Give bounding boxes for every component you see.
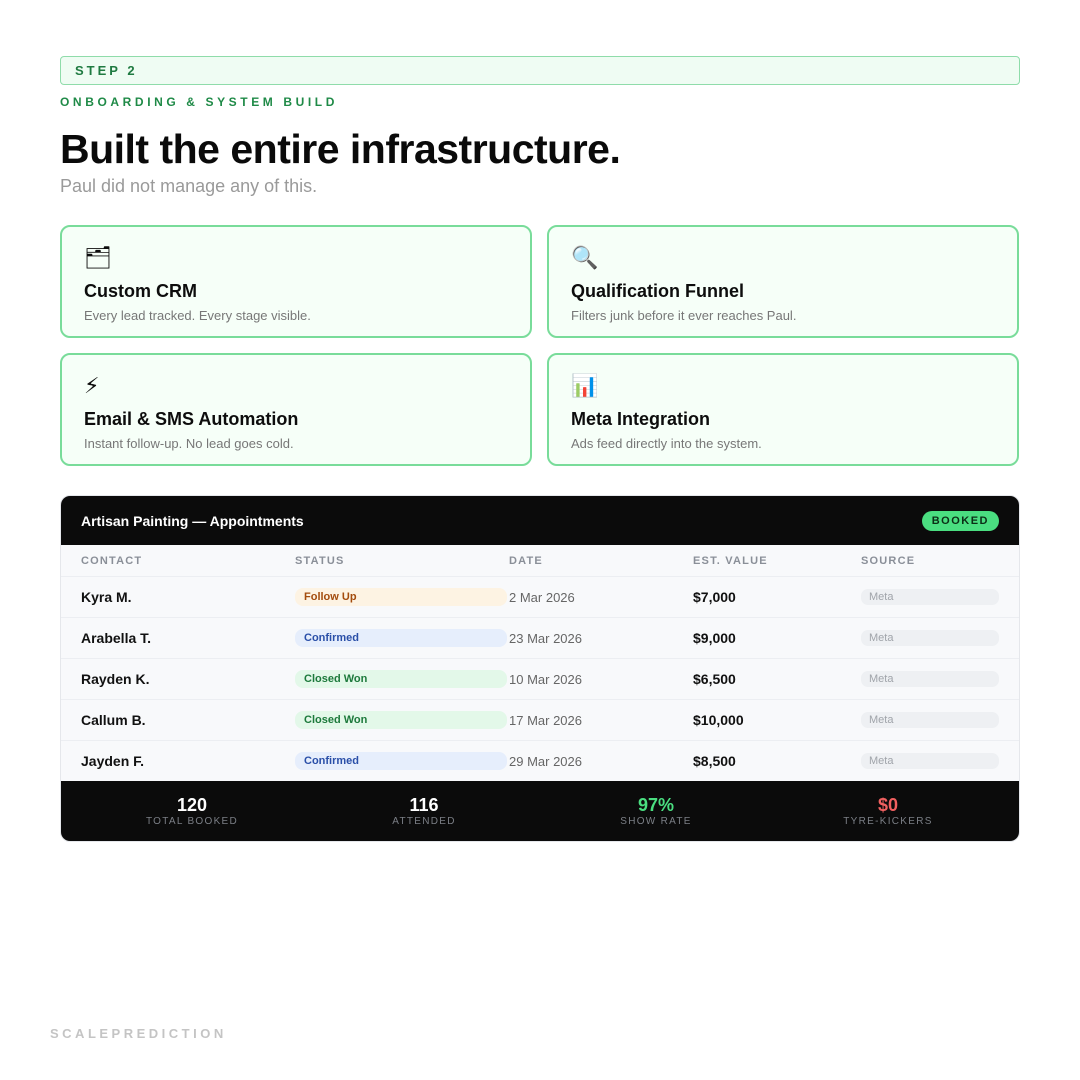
appointment-date: 17 Mar 2026: [509, 712, 582, 728]
magnifying-glass-icon: 🔍: [571, 245, 599, 270]
booked-badge: BOOKED: [921, 510, 999, 531]
stat-tyre-kickers: $0 TYRE-KICKERS: [772, 781, 1004, 841]
brand-wordmark: SCALEPREDICTION: [50, 1026, 227, 1041]
table-row[interactable]: Jayden F. Confirmed 29 Mar 2026 $8,500 M…: [61, 741, 1019, 782]
feature-card-meta-integration: 📊 Meta Integration Ads feed directly int…: [547, 353, 1019, 466]
appointments-panel: Artisan Painting — Appointments BOOKED C…: [60, 495, 1020, 842]
feature-title: Email & SMS Automation: [84, 409, 299, 429]
section-kicker: ONBOARDING & SYSTEM BUILD: [60, 95, 339, 109]
page-subtitle: Paul did not manage any of this.: [60, 176, 318, 196]
step-label: STEP 2: [75, 63, 138, 78]
bar-chart-icon: 📊: [571, 373, 599, 398]
source-badge: Meta: [861, 589, 999, 605]
status-badge: Confirmed: [295, 752, 507, 770]
table-row[interactable]: Callum B. Closed Won 17 Mar 2026 $10,000…: [61, 700, 1019, 741]
feature-card-custom-crm: 🗂 Custom CRM Every lead tracked. Every s…: [60, 225, 532, 338]
feature-description: Every lead tracked. Every stage visible.: [84, 308, 311, 323]
feature-card-qualification-funnel: 🔍 Qualification Funnel Filters junk befo…: [547, 225, 1019, 338]
feature-description: Instant follow-up. No lead goes cold.: [84, 436, 294, 451]
feature-title: Meta Integration: [571, 409, 711, 429]
contact-name: Callum B.: [81, 712, 146, 728]
stat-label: ATTENDED: [392, 816, 456, 827]
status-badge: Follow Up: [295, 588, 507, 606]
contact-name: Arabella T.: [81, 630, 152, 646]
column-header-status: STATUS: [295, 554, 345, 567]
feature-card-email-sms-automation: ⚡ Email & SMS Automation Instant follow-…: [60, 353, 532, 466]
status-badge: Closed Won: [295, 670, 507, 688]
source-badge: Meta: [861, 712, 999, 728]
stats-footer: 120 TOTAL BOOKED 116 ATTENDED 97% SHOW R…: [61, 781, 1019, 841]
table-row[interactable]: Arabella T. Confirmed 23 Mar 2026 $9,000…: [61, 618, 1019, 659]
feature-title: Custom CRM: [84, 281, 197, 301]
stat-label: SHOW RATE: [620, 816, 692, 827]
step-bar: STEP 2: [60, 56, 1020, 85]
table-row[interactable]: Rayden K. Closed Won 10 Mar 2026 $6,500 …: [61, 659, 1019, 700]
estimated-value: $9,000: [693, 630, 736, 646]
page: STEP 2 ONBOARDING & SYSTEM BUILD Built t…: [0, 0, 1080, 1080]
appointment-date: 29 Mar 2026: [509, 753, 582, 769]
stat-show-rate: 97% SHOW RATE: [540, 781, 772, 841]
column-header-source: SOURCE: [861, 554, 916, 567]
table-row[interactable]: Kyra M. Follow Up 2 Mar 2026 $7,000 Meta: [61, 577, 1019, 618]
estimated-value: $6,500: [693, 671, 736, 687]
appointment-date: 2 Mar 2026: [509, 589, 575, 605]
source-badge: Meta: [861, 671, 999, 687]
contact-name: Rayden K.: [81, 671, 150, 687]
stat-attended: 116 ATTENDED: [308, 781, 540, 841]
estimated-value: $10,000: [693, 712, 744, 728]
source-badge: Meta: [861, 753, 999, 769]
status-badge: Closed Won: [295, 711, 507, 729]
stat-label: TYRE-KICKERS: [843, 816, 933, 827]
stat-total-booked: 120 TOTAL BOOKED: [76, 781, 308, 841]
source-badge: Meta: [861, 630, 999, 646]
status-badge: Confirmed: [295, 629, 507, 647]
contact-name: Jayden F.: [81, 753, 145, 769]
feature-description: Ads feed directly into the system.: [571, 436, 762, 451]
appointment-date: 10 Mar 2026: [509, 671, 582, 687]
stat-value: 97%: [637, 795, 675, 815]
lightning-bolt-icon: ⚡: [84, 373, 100, 398]
stat-value: 116: [409, 795, 439, 815]
card-index-dividers-icon: 🗂: [84, 245, 112, 270]
stat-label: TOTAL BOOKED: [145, 816, 239, 827]
column-header-date: DATE: [509, 554, 543, 567]
appointment-date: 23 Mar 2026: [509, 630, 582, 646]
page-title: Built the entire infrastructure.: [60, 126, 621, 172]
column-header-est-value: EST. VALUE: [693, 554, 768, 567]
feature-title: Qualification Funnel: [571, 281, 745, 301]
feature-description: Filters junk before it ever reaches Paul…: [571, 308, 797, 323]
contact-name: Kyra M.: [81, 589, 132, 605]
stat-value: 120: [176, 795, 208, 815]
estimated-value: $8,500: [693, 753, 736, 769]
appointments-table: CONTACT STATUS DATE EST. VALUE SOURCE Ky…: [61, 545, 1019, 782]
stat-value: $0: [877, 795, 899, 815]
estimated-value: $7,000: [693, 589, 736, 605]
panel-title: Artisan Painting — Appointments: [81, 512, 304, 529]
column-header-contact: CONTACT: [81, 554, 143, 567]
table-header-row: CONTACT STATUS DATE EST. VALUE SOURCE: [61, 545, 1019, 577]
panel-header: Artisan Painting — Appointments BOOKED: [61, 496, 1019, 545]
